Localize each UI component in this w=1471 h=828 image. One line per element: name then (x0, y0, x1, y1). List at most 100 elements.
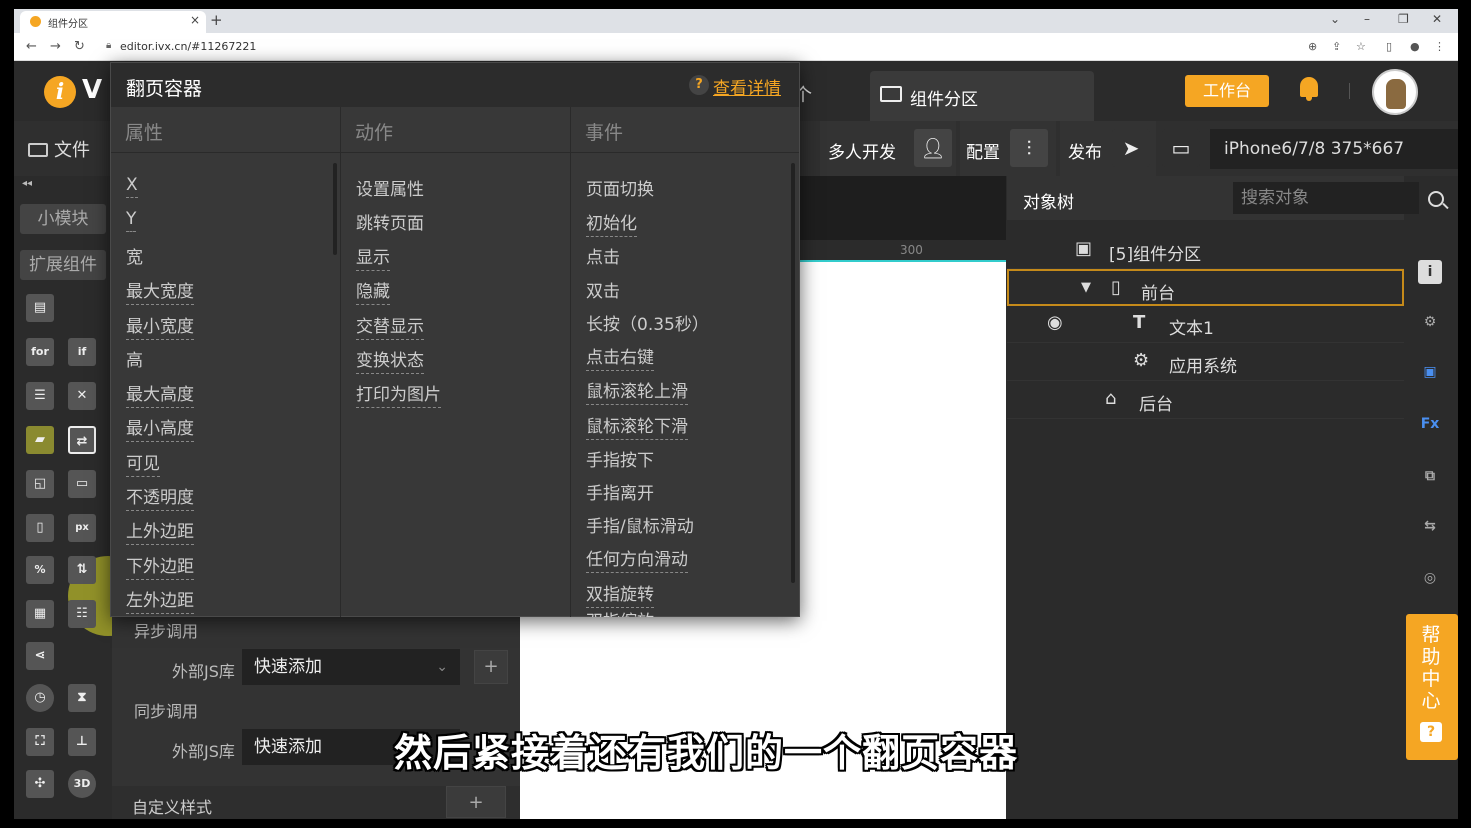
tree-node-text1[interactable]: ◉ T 文本1 (1007, 306, 1404, 343)
avatar[interactable] (1372, 69, 1418, 115)
hourglass-icon[interactable]: ⧗ (68, 684, 96, 712)
tree-node-component-section[interactable]: ▣ [5]组件分区 (1007, 232, 1404, 269)
settings-info-icon[interactable]: ⚙ (1418, 310, 1442, 334)
forward-icon[interactable]: → (50, 39, 61, 54)
px-unit-icon[interactable]: px (68, 514, 96, 542)
event-item[interactable]: 双击 (586, 277, 620, 304)
publish-button[interactable]: 发布 ➤ (1060, 121, 1156, 176)
device-select[interactable]: iPhone6/7/8 375*667 (1210, 129, 1458, 169)
hierarchy-icon[interactable]: ⊥ (68, 728, 96, 756)
property-item[interactable]: 不透明度 (126, 483, 194, 511)
chat-info-icon[interactable]: ▣ (1418, 360, 1442, 384)
event-item[interactable]: 初始化 (586, 209, 637, 237)
expand-icon[interactable]: ✕ (68, 382, 96, 410)
search-icon[interactable] (1428, 191, 1444, 207)
copy-icon[interactable]: ⧉ (1418, 464, 1442, 488)
vertical-bar-icon[interactable]: ▯ (26, 514, 54, 542)
sidepanel-icon[interactable]: ▯ (1386, 40, 1392, 53)
drone-icon[interactable]: ✣ (26, 770, 54, 798)
event-item[interactable]: 鼠标滚轮上滑 (586, 377, 688, 405)
multi-dev-button[interactable]: 多人开发 👤︎ (820, 121, 956, 176)
for-loop-icon[interactable]: for (26, 338, 54, 366)
event-item[interactable]: 双指旋转 (586, 580, 654, 608)
layers-icon[interactable]: ◱ (26, 470, 54, 498)
property-item[interactable]: 可见 (126, 449, 160, 477)
action-item[interactable]: 交替显示 (356, 312, 424, 340)
property-item[interactable]: 最小宽度 (126, 312, 194, 340)
file-menu-button[interactable]: 文件 (28, 136, 90, 162)
url-field[interactable]: editor.ivx.cn/#11267221 (120, 40, 256, 53)
action-item[interactable]: 变换状态 (356, 346, 424, 374)
device-preview-icon[interactable]: ▭ (1162, 129, 1200, 167)
action-item[interactable]: 打印为图片 (356, 380, 441, 408)
close-tab-icon[interactable]: × (190, 13, 200, 27)
table-icon[interactable]: ▦ (26, 600, 54, 628)
tab-component-section[interactable]: 组件分区 (870, 71, 1094, 121)
slideshow-component-icon[interactable]: ▤ (26, 294, 54, 322)
property-item[interactable]: 宽 (126, 243, 143, 270)
property-item[interactable]: Y (126, 209, 137, 232)
property-item[interactable]: 上外边距 (126, 517, 194, 545)
add-custom-style-button[interactable]: + (446, 786, 506, 818)
3d-icon[interactable]: 3D (68, 770, 96, 798)
percent-unit-icon[interactable]: % (26, 556, 54, 584)
event-item[interactable]: 页面切换 (586, 175, 654, 202)
close-window-icon[interactable]: ✕ (1432, 12, 1442, 26)
event-item[interactable]: 手指按下 (586, 446, 654, 473)
event-item[interactable]: 点击右键 (586, 343, 654, 371)
property-item[interactable]: 最小高度 (126, 414, 194, 442)
view-details-link[interactable]: 查看详情 (713, 74, 781, 99)
minimize-icon[interactable]: – (1364, 12, 1370, 26)
reload-icon[interactable]: ↻ (74, 39, 85, 54)
browser-tab[interactable]: 组件分区 × (20, 11, 206, 33)
action-item[interactable]: 隐藏 (356, 277, 390, 305)
tab-search-icon[interactable]: ⌄ (1330, 12, 1340, 26)
back-icon[interactable]: ← (26, 39, 37, 54)
form-icon[interactable]: ☰ (26, 382, 54, 410)
tab-small-modules[interactable]: 小模块 (20, 204, 106, 234)
quick-add-select-1[interactable]: 快速添加 ⌄ (242, 649, 460, 685)
share-nodes-icon[interactable]: ⋖ (26, 642, 54, 670)
property-item[interactable]: 最大高度 (126, 380, 194, 408)
number-variable-icon[interactable]: [N] (68, 810, 96, 819)
function-icon[interactable]: Fx (1418, 412, 1442, 436)
eye-icon[interactable]: ◉ (1047, 312, 1063, 333)
clock-icon[interactable]: ◷ (26, 684, 54, 712)
tab-extension-components[interactable]: 扩展组件 (20, 250, 106, 280)
property-item[interactable]: 左外边距 (126, 586, 194, 614)
tree-node-backend[interactable]: ⌂ 后台 (1007, 382, 1404, 419)
event-item[interactable]: 长按（0.35秒） (586, 310, 709, 337)
zoom-icon[interactable]: ⊕ (1308, 40, 1317, 53)
tree-node-frontend[interactable]: ▼ ▯ 前台 (1007, 269, 1404, 306)
add-external-js-button[interactable]: + (474, 650, 508, 684)
events-scrollbar[interactable] (791, 163, 795, 583)
profile-icon[interactable]: ● (1410, 40, 1420, 53)
sort-icon[interactable]: ⇅ (68, 556, 96, 584)
bell-icon[interactable] (1298, 75, 1320, 103)
search-object-input[interactable]: 搜索对象 (1233, 182, 1419, 214)
frame-icon[interactable]: ⛶ (26, 728, 54, 756)
event-item[interactable]: 手指/鼠标滑动 (586, 512, 694, 539)
card-icon[interactable]: ▰ (26, 426, 54, 454)
info-icon[interactable]: i (1418, 260, 1442, 284)
property-item[interactable]: 下外边距 (126, 552, 194, 580)
expand-arrow-icon[interactable]: ▼ (1081, 280, 1091, 295)
swap-icon[interactable]: ⇆ (1418, 514, 1442, 538)
progress-icon[interactable]: ▭ (68, 470, 96, 498)
new-tab-button[interactable]: + (210, 11, 223, 29)
collapse-sidebar-icon[interactable]: ◂◂ (22, 178, 32, 189)
action-item[interactable]: 跳转页面 (356, 209, 424, 236)
bookmark-star-icon[interactable]: ☆ (1356, 40, 1366, 53)
properties-scrollbar[interactable] (333, 163, 337, 255)
text-variable-icon[interactable]: [T] (26, 810, 54, 819)
page-container-icon[interactable]: ⇄ (68, 426, 96, 454)
target-icon[interactable]: ◎ (1418, 566, 1442, 590)
list-icon[interactable]: ☷ (68, 600, 96, 628)
share-icon[interactable]: ⇪ (1332, 40, 1341, 53)
menu-icon[interactable]: ⋮ (1434, 40, 1445, 53)
property-item[interactable]: 最大宽度 (126, 277, 194, 305)
if-condition-icon[interactable]: if (68, 338, 96, 366)
event-item[interactable]: 点击 (586, 243, 620, 270)
action-item[interactable]: 设置属性 (356, 175, 424, 202)
event-item[interactable]: 鼠标滚轮下滑 (586, 412, 688, 440)
